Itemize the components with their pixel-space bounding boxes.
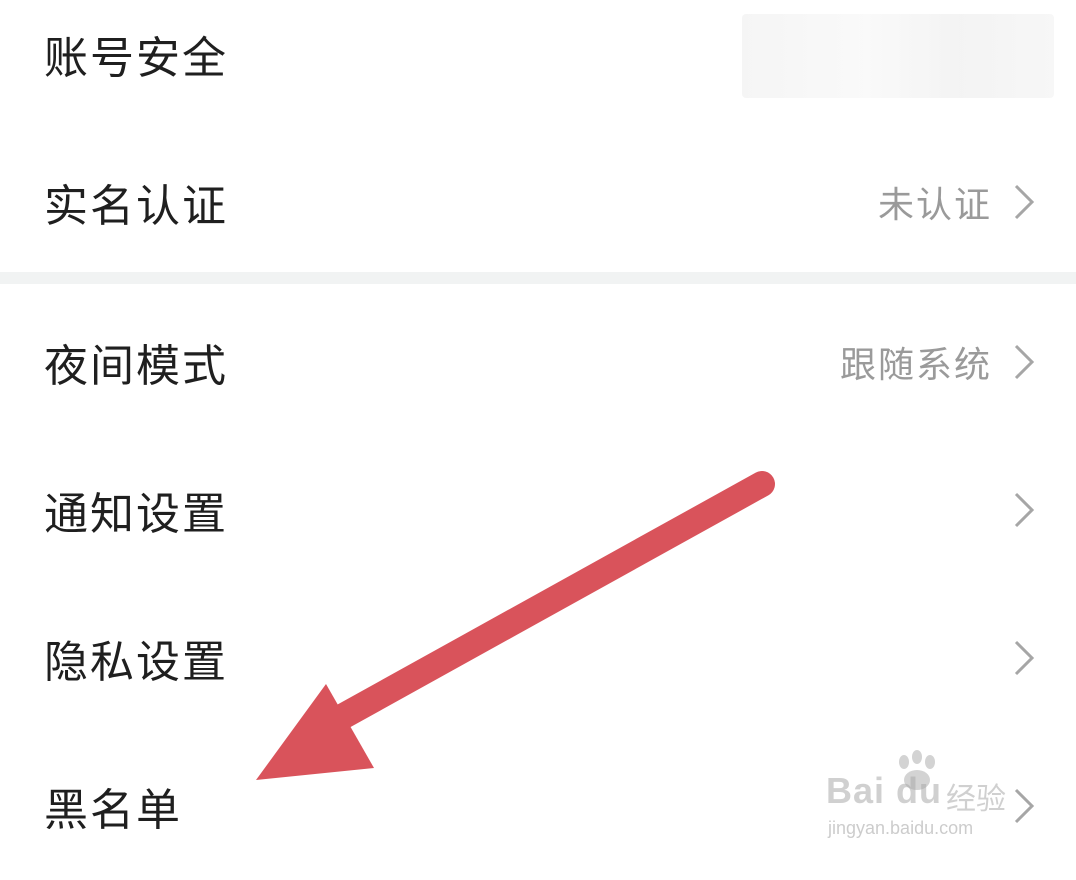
row-label: 账号安全 xyxy=(44,33,228,84)
chevron-right-icon xyxy=(1012,342,1036,382)
chevron-right-icon xyxy=(1012,638,1036,678)
chevron-right-icon xyxy=(1012,182,1036,222)
watermark-brand: Bai du xyxy=(826,770,943,811)
row-label: 实名认证 xyxy=(44,181,228,232)
watermark-product: 经验 xyxy=(946,782,1006,817)
watermark: Bai du 经验 jingyan.baidu.com xyxy=(826,748,1026,848)
row-label: 黑名单 xyxy=(44,785,182,836)
settings-row-real-name[interactable]: 实名认证 未认证 xyxy=(0,128,1076,276)
row-value: 未认证 xyxy=(877,185,992,226)
row-label: 通知设置 xyxy=(44,489,228,540)
settings-row-privacy[interactable]: 隐私设置 xyxy=(0,584,1076,732)
watermark-url: jingyan.baidu.com xyxy=(828,818,974,838)
redacted-area xyxy=(742,14,1054,98)
settings-row-notifications[interactable]: 通知设置 xyxy=(0,436,1076,584)
row-label: 隐私设置 xyxy=(44,637,228,688)
row-label: 夜间模式 xyxy=(44,341,228,392)
row-value: 跟随系统 xyxy=(839,345,992,386)
section-divider xyxy=(0,272,1076,284)
settings-list: 账号安全 实名认证 未认证 夜间模式 跟随系统 通知设置 隐私设置 黑名单 xyxy=(0,0,1076,864)
chevron-right-icon xyxy=(1012,490,1036,530)
settings-row-night-mode[interactable]: 夜间模式 跟随系统 xyxy=(0,288,1076,436)
